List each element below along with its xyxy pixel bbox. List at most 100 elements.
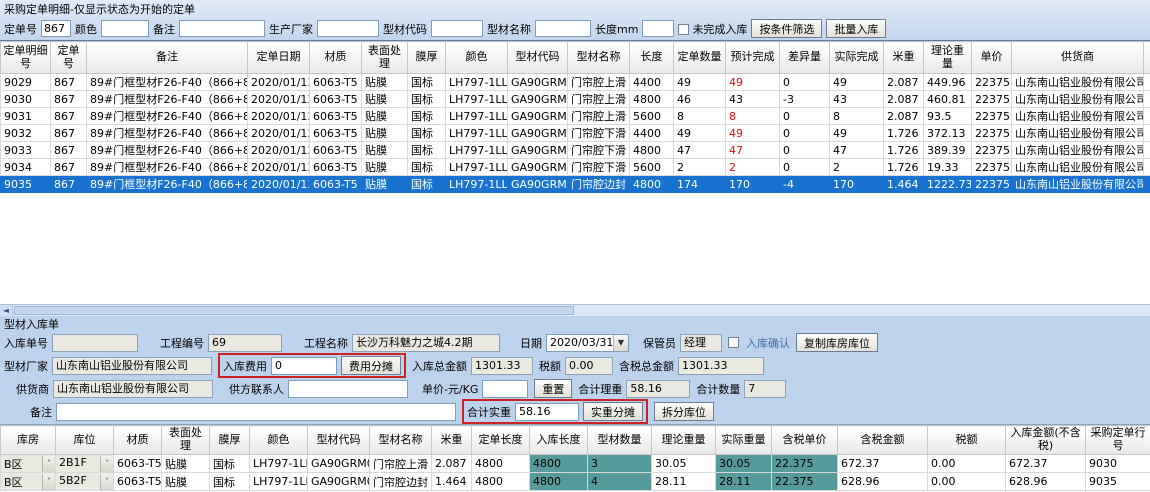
scrollbar-thumb[interactable]	[14, 306, 574, 315]
actual-share-button[interactable]: 实重分摊	[583, 402, 643, 421]
order-column-header[interactable]: 单价	[972, 42, 1012, 74]
order-table-row[interactable]: 903586789#门框型材F26-F40（866+867）2020/01/13…	[1, 176, 1150, 193]
order-column-header[interactable]: 实际完成	[830, 42, 884, 74]
inbound-column-header[interactable]: 库房	[1, 426, 56, 455]
inbound-table-row[interactable]: B区˅5B2F˅6063-T5贴膜国标LH797-1LL0GA90GRM05门帘…	[1, 473, 1150, 491]
supplier-field[interactable]: 山东南山铝业股份有限公司	[53, 380, 213, 398]
inbound-column-header[interactable]: 型材数量	[588, 426, 652, 455]
project-name-field[interactable]: 长沙万科魅力之城4.2期	[352, 334, 500, 352]
order-column-header[interactable]: 定单号	[51, 42, 87, 74]
inbound-confirm-checkbox[interactable]: 入库确认	[728, 335, 790, 351]
inbound-column-header[interactable]: 含税单价	[772, 426, 838, 455]
profile-code-input[interactable]	[431, 20, 483, 37]
total-qty-field[interactable]: 7	[744, 380, 786, 398]
batch-inbound-button[interactable]: 批量入库	[826, 19, 886, 38]
inbound-column-header[interactable]: 膜厚	[210, 426, 250, 455]
inbound-column-header[interactable]: 米重	[432, 426, 472, 455]
inbound-column-header[interactable]: 表面处理	[162, 426, 210, 455]
contact-input[interactable]	[288, 380, 408, 398]
unfinished-checkbox[interactable]: 未完成入库	[678, 21, 747, 37]
inbound-column-header[interactable]: 库位	[56, 426, 114, 455]
order-column-header[interactable]: 型材代码	[508, 42, 568, 74]
scroll-left-icon[interactable]: ◄	[0, 305, 13, 316]
maker-field[interactable]: 山东南山铝业股份有限公司	[52, 357, 212, 375]
project-no-label: 工程编号	[160, 335, 204, 351]
reset-button[interactable]: 重置	[534, 379, 572, 398]
order-column-header[interactable]: 供货商	[1012, 42, 1144, 74]
order-table-cell: LH797-1LL0	[446, 142, 508, 159]
inbound-column-header[interactable]: 实际重量	[716, 426, 772, 455]
order-column-header[interactable]: 材质	[310, 42, 362, 74]
inbound-column-header[interactable]: 定单长度	[472, 426, 530, 455]
total-actual-input[interactable]: 58.16	[515, 403, 579, 421]
order-column-header[interactable]: 定单明细号	[1, 42, 51, 74]
order-column-header[interactable]: 颜色	[446, 42, 508, 74]
order-table-row[interactable]: 902986789#门框型材F26-F40（866+867）2020/01/13…	[1, 74, 1150, 91]
inbound-column-header[interactable]: 入库长度	[530, 426, 588, 455]
copy-location-button[interactable]: 复制库房库位	[796, 333, 878, 352]
order-table-row[interactable]: 903386789#门框型材F26-F40（866+867）2020/01/13…	[1, 142, 1150, 159]
inbound-column-header[interactable]: 采购定单行号	[1086, 426, 1150, 455]
dropdown-arrow-icon[interactable]: ˅	[100, 474, 113, 490]
inbound-column-header[interactable]: 入库金额(不含税)	[1006, 426, 1086, 455]
inbound-column-header[interactable]: 含税金额	[838, 426, 928, 455]
inbound-column-header[interactable]: 理论重量	[652, 426, 716, 455]
inbound-column-header[interactable]: 材质	[114, 426, 162, 455]
inbound-column-header[interactable]: 型材代码	[308, 426, 370, 455]
split-location-button[interactable]: 拆分库位	[654, 402, 714, 421]
length-input[interactable]	[642, 20, 674, 37]
dropdown-arrow-icon[interactable]: ˅	[42, 474, 55, 490]
location-select[interactable]: 5B2F˅	[56, 473, 114, 491]
order-table-row[interactable]: 903486789#门框型材F26-F40（866+867）2020/01/13…	[1, 159, 1150, 176]
order-column-header[interactable]: 长度	[630, 42, 674, 74]
horizontal-scrollbar[interactable]: ◄	[0, 304, 1150, 316]
order-column-header[interactable]: 定单数量	[674, 42, 726, 74]
order-no-input[interactable]	[41, 20, 71, 37]
remark-input[interactable]	[179, 20, 265, 37]
order-column-header[interactable]: 米重	[884, 42, 924, 74]
total-theory-field[interactable]: 58.16	[626, 380, 690, 398]
order-table-cell: 1.726	[884, 142, 924, 159]
order-table-cell: 22375	[972, 91, 1012, 108]
keeper-field[interactable]: 经理	[680, 334, 722, 352]
order-column-header[interactable]: 差异量	[780, 42, 830, 74]
date-picker[interactable]: 2020/03/31 ▼	[546, 334, 629, 352]
order-table-row[interactable]: 903286789#门框型材F26-F40（866+867）2020/01/13…	[1, 125, 1150, 142]
inbound-table-row[interactable]: B区˅2B1F˅6063-T5贴膜国标LH797-1LL0GA90GRM03门帘…	[1, 455, 1150, 473]
filter-by-condition-button[interactable]: 按条件筛选	[751, 19, 822, 38]
profile-name-input[interactable]	[535, 20, 591, 37]
fee-input[interactable]: 0	[271, 357, 337, 375]
order-column-header[interactable]: 膜厚	[408, 42, 446, 74]
inbound-column-header[interactable]: 税额	[928, 426, 1006, 455]
order-table-row[interactable]: 903186789#门框型材F26-F40（866+867）2020/01/13…	[1, 108, 1150, 125]
dropdown-arrow-icon[interactable]: ˅	[100, 456, 113, 472]
location-select[interactable]: 2B1F˅	[56, 455, 114, 473]
dropdown-arrow-icon[interactable]: ▼	[613, 335, 628, 351]
warehouse-select[interactable]: B区˅	[1, 473, 56, 491]
manufacturer-input[interactable]	[317, 20, 379, 37]
color-input[interactable]	[101, 20, 149, 37]
warehouse-select[interactable]: B区˅	[1, 455, 56, 473]
inbound-no-field[interactable]	[52, 334, 138, 352]
order-table-row[interactable]: 903086789#门框型材F26-F40（866+867）2020/01/13…	[1, 91, 1150, 108]
project-no-field[interactable]: 69	[208, 334, 282, 352]
order-column-header[interactable]: 型材名称	[568, 42, 630, 74]
total-with-tax-field[interactable]: 1301.33	[678, 357, 764, 375]
order-column-header[interactable]: 表面处理	[362, 42, 408, 74]
inbound-column-header[interactable]: 颜色	[250, 426, 308, 455]
order-column-header[interactable]: 理论重量	[924, 42, 972, 74]
unit-price-input[interactable]	[482, 380, 528, 398]
supplier-label: 供货商	[16, 381, 49, 397]
tax-field[interactable]: 0.00	[565, 357, 613, 375]
dropdown-arrow-icon[interactable]: ˅	[42, 456, 55, 472]
inbound-column-header[interactable]: 型材名称	[370, 426, 432, 455]
order-column-header[interactable]: 备注	[87, 42, 248, 74]
fee-share-button[interactable]: 费用分摊	[341, 356, 401, 375]
order-table-cell: 0	[780, 142, 830, 159]
order-column-header[interactable]: 预计完成	[726, 42, 780, 74]
total-amount-field[interactable]: 1301.33	[471, 357, 533, 375]
order-table-cell: 5600	[630, 108, 674, 125]
order-column-header[interactable]: 定单日期	[248, 42, 310, 74]
note-input[interactable]	[56, 403, 456, 421]
order-table-cell: GA90GRM03	[508, 91, 568, 108]
